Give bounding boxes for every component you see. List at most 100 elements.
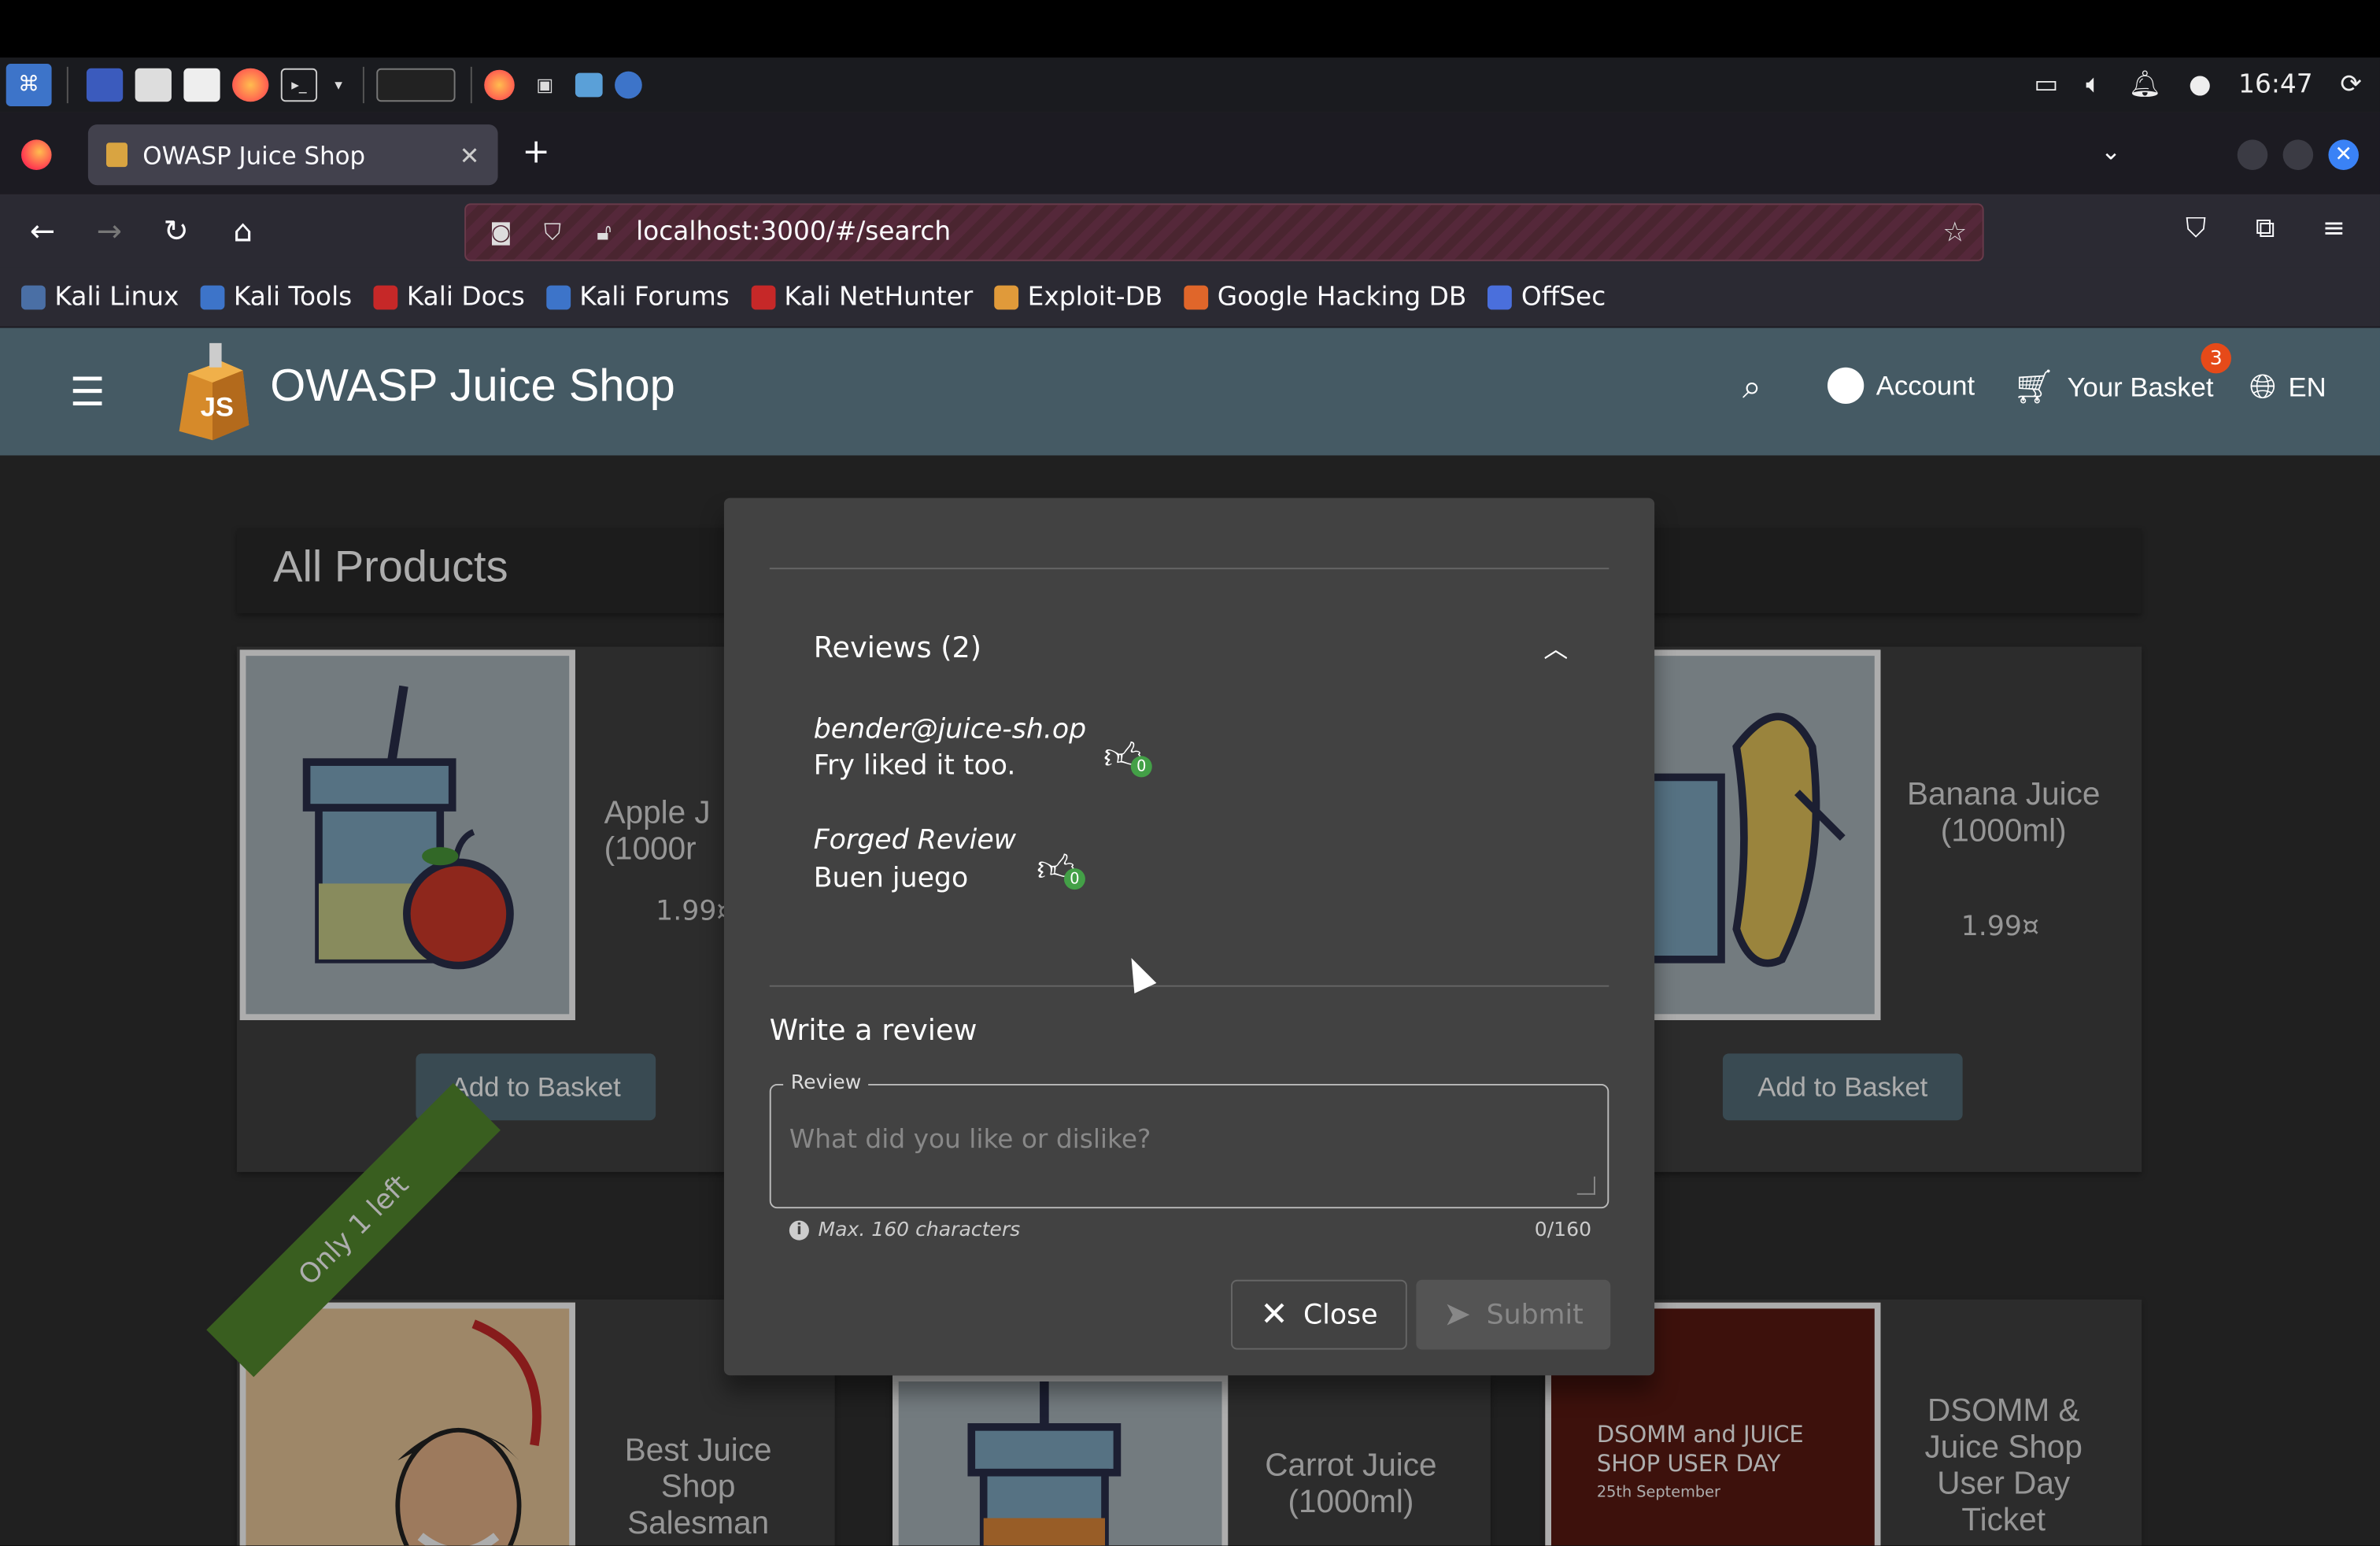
resize-handle-icon[interactable]: [1576, 1176, 1595, 1195]
app-title[interactable]: OWASP Juice Shop: [270, 361, 675, 413]
bookmark-icon: [994, 284, 1019, 309]
bookmark-kali-nethunter[interactable]: Kali NetHunter: [750, 282, 973, 312]
bookmark-offsec[interactable]: OffSec: [1488, 282, 1606, 312]
basket-count-badge: 3: [2201, 342, 2231, 374]
clock[interactable]: 16:47: [2238, 70, 2313, 101]
files-icon[interactable]: [135, 68, 172, 102]
close-window-button[interactable]: ✕: [2328, 139, 2359, 170]
submit-label: Submit: [1486, 1298, 1584, 1331]
reload-icon[interactable]: ↻: [158, 213, 194, 249]
close-button[interactable]: ✕ Close: [1231, 1279, 1407, 1350]
submit-button[interactable]: ➤ Submit: [1416, 1279, 1611, 1350]
bookmark-exploit-db[interactable]: Exploit-DB: [994, 282, 1162, 312]
system-panel: ⌘ ▸_ ▾ ▣ ▭ 🔈︎ 🔔︎ ● 16:47 ⟳: [0, 57, 2380, 113]
bookmark-icon: [373, 284, 398, 309]
app-menu-icon[interactable]: ≡: [2323, 213, 2345, 244]
bookmark-kali-tools[interactable]: Kali Tools: [200, 282, 352, 312]
review-hint: i Max. 160 characters: [789, 1219, 1020, 1242]
lock-icon[interactable]: 🔓︎: [587, 219, 620, 246]
bookmark-google-hacking-db[interactable]: Google Hacking DB: [1184, 282, 1466, 312]
close-label: Close: [1303, 1298, 1378, 1331]
review-author: Forged Review: [813, 824, 1017, 856]
bell-icon[interactable]: 🔔︎: [2128, 70, 2161, 101]
divider: [769, 568, 1609, 570]
text-editor-icon[interactable]: [183, 68, 220, 102]
screen-top-bar: [0, 0, 2380, 58]
screen-icon[interactable]: ▭: [2034, 70, 2058, 101]
pocket-icon[interactable]: ⛉: [2186, 213, 2206, 244]
home-icon[interactable]: ⌂: [224, 213, 261, 249]
basket-label: Your Basket: [2067, 371, 2214, 402]
hamburger-menu-icon[interactable]: ☰: [70, 371, 105, 416]
review-text: Fry liked it too.: [813, 749, 1016, 782]
chevron-up-icon[interactable]: ︿: [1543, 628, 1568, 664]
bookmark-kali-forums[interactable]: Kali Forums: [545, 282, 730, 312]
account-circle-icon: [1827, 367, 1864, 404]
review-author: bender@juice-sh.op: [813, 713, 1087, 745]
user-icon[interactable]: ●: [2189, 70, 2212, 101]
review-text: Buen juego: [813, 862, 969, 894]
maximize-window-button[interactable]: [2282, 139, 2314, 170]
like-thumb-icon[interactable]: 👍︎ 0: [1037, 847, 1085, 891]
bookmark-icon: [1184, 284, 1209, 309]
back-icon[interactable]: ←: [24, 213, 61, 249]
bookmark-star-icon[interactable]: ☆: [1942, 216, 1967, 248]
bookmark-icon: [20, 284, 46, 309]
power-icon[interactable]: ⟳: [2340, 70, 2361, 101]
volume-icon[interactable]: 🔈︎: [2086, 70, 2101, 101]
firefox-task-icon[interactable]: [484, 69, 515, 101]
image-viewer-icon[interactable]: [575, 72, 603, 98]
forward-icon[interactable]: →: [91, 213, 128, 249]
like-count: 0: [1130, 756, 1152, 778]
chevron-down-icon[interactable]: ▾: [329, 68, 347, 102]
url-text[interactable]: localhost:3000/#/search: [636, 217, 1942, 248]
new-tab-icon[interactable]: +: [522, 134, 550, 172]
panel-separator: [66, 66, 68, 104]
list-all-tabs-icon[interactable]: ⌄: [2101, 137, 2121, 166]
firefox-icon[interactable]: [232, 68, 269, 102]
svg-text:JS: JS: [201, 392, 234, 422]
kali-app-icon[interactable]: [615, 71, 642, 99]
shield-icon[interactable]: ⛉: [536, 219, 569, 246]
review-textarea[interactable]: Review What did you like or dislike?: [769, 1071, 1609, 1209]
bookmark-kali-docs[interactable]: Kali Docs: [373, 282, 525, 312]
bookmark-kali-linux[interactable]: Kali Linux: [20, 282, 179, 312]
language-button[interactable]: 🌐︎ EN: [2249, 368, 2326, 407]
terminal-icon[interactable]: ▸_: [280, 68, 318, 102]
workspace-switcher[interactable]: [376, 68, 456, 102]
account-button[interactable]: Account: [1827, 367, 1975, 404]
extensions-icon[interactable]: ⧉: [2256, 213, 2275, 244]
tab-title: OWASP Juice Shop: [142, 140, 366, 170]
bookmark-icon: [1488, 284, 1513, 309]
workspace-icon[interactable]: [86, 68, 124, 102]
basket-button[interactable]: 🛒︎ Your Basket: [2012, 368, 2213, 407]
divider: [769, 985, 1609, 987]
url-bar[interactable]: ◙ ⛉ 🔓︎ localhost:3000/#/search ☆: [464, 203, 1984, 261]
search-icon[interactable]: ⌕: [1743, 368, 1761, 407]
private-browsing-icon[interactable]: ◙: [484, 219, 517, 246]
globe-icon: 🌐︎: [2249, 367, 2277, 405]
language-label: EN: [2288, 371, 2326, 402]
panel-separator: [470, 66, 472, 104]
firefox-view-icon[interactable]: [20, 139, 52, 170]
shopping-cart-icon: 🛒︎: [2012, 367, 2056, 405]
bookmark-icon: [200, 284, 225, 309]
browser-tab[interactable]: OWASP Juice Shop ✕: [87, 124, 498, 186]
product-review-dialog: Reviews (2) ︿ bender@juice-sh.op Fry lik…: [723, 497, 1655, 1376]
juice-shop-favicon-icon: [105, 142, 128, 168]
review-placeholder: What did you like or dislike?: [789, 1125, 1151, 1156]
send-icon: ➤: [1443, 1296, 1472, 1334]
close-tab-icon[interactable]: ✕: [460, 140, 480, 169]
reviews-header[interactable]: Reviews (2): [814, 631, 981, 664]
write-review-heading: Write a review: [769, 1014, 978, 1048]
like-thumb-icon[interactable]: 👍︎ 0: [1103, 734, 1152, 779]
minimize-window-button[interactable]: [2237, 139, 2268, 170]
terminal-task-icon[interactable]: ▣: [527, 68, 563, 102]
info-icon: i: [789, 1220, 809, 1241]
kali-menu-icon[interactable]: ⌘: [6, 63, 52, 106]
browser-tab-bar: OWASP Juice Shop ✕ + ⌄ ✕: [0, 112, 2380, 194]
like-count: 0: [1063, 868, 1085, 890]
panel-separator: [362, 66, 364, 104]
juice-shop-logo[interactable]: JS: [167, 340, 255, 443]
hint-text: Max. 160 characters: [818, 1219, 1021, 1242]
